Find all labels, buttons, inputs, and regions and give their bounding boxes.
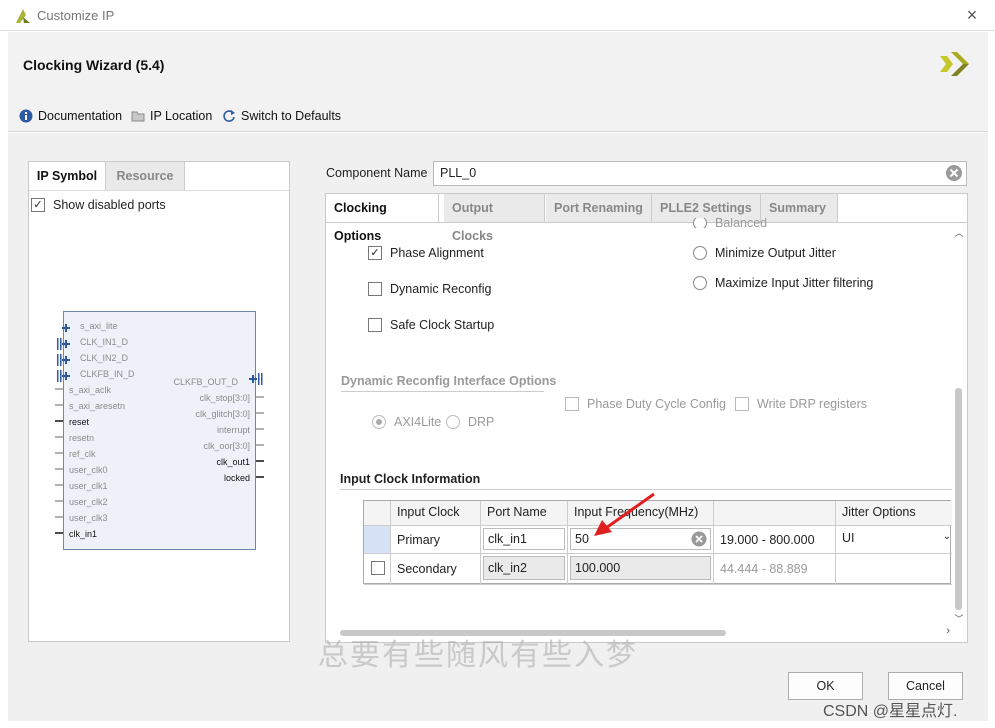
jitter-select[interactable]: UI ⌄: [836, 526, 952, 554]
table-cell: 44.444 - 88.889: [714, 554, 836, 585]
write-drp-label: Write DRP registers: [757, 397, 867, 411]
phase-duty-option[interactable]: Phase Duty Cycle Config: [565, 397, 726, 411]
vivado-icon: [16, 9, 30, 23]
folder-icon: [131, 111, 145, 122]
window-title: Customize IP: [37, 8, 115, 23]
table-header: [714, 501, 836, 526]
cancel-button[interactable]: Cancel: [888, 672, 963, 700]
switch-defaults-link[interactable]: Switch to Defaults: [222, 109, 341, 123]
port-name-input[interactable]: clk_in1: [483, 528, 565, 550]
show-disabled-checkbox[interactable]: ✓: [31, 198, 45, 212]
secondary-checkbox[interactable]: [371, 561, 385, 575]
axi4lite-option[interactable]: AXI4Lite: [372, 415, 441, 429]
write-drp-checkbox[interactable]: [735, 397, 749, 411]
csdn-watermark: CSDN @星星点灯.: [823, 703, 958, 720]
max-input-jitter-label: Maximize Input Jitter filtering: [715, 276, 874, 290]
table-cell: 100.000: [568, 554, 714, 585]
drp-label: DRP: [468, 415, 495, 429]
table-cell: clk_in1: [481, 526, 568, 554]
drp-radio[interactable]: [446, 415, 460, 429]
phase-duty-label: Phase Duty Cycle Config: [587, 397, 726, 411]
phase-alignment-option[interactable]: ✓ Phase Alignment: [368, 246, 484, 260]
safe-clock-option[interactable]: Safe Clock Startup: [368, 318, 494, 332]
drp-option[interactable]: DRP: [446, 415, 494, 429]
refresh-icon: [223, 110, 235, 122]
tab-bar-divider: [326, 222, 967, 223]
scroll-down-icon[interactable]: ﹀: [954, 612, 964, 625]
port-name-input[interactable]: clk_in2: [483, 556, 565, 580]
table-cell: 19.000 - 800.000: [714, 526, 836, 554]
balanced-radio[interactable]: [693, 218, 707, 228]
table-header: Jitter Options: [836, 501, 952, 526]
max-input-jitter-option[interactable]: Maximize Input Jitter filtering: [693, 276, 873, 290]
table-header-corner: [364, 501, 391, 526]
phase-duty-checkbox[interactable]: [565, 397, 579, 411]
table-header: Input Clock: [391, 501, 481, 526]
axi4lite-radio[interactable]: [372, 415, 386, 429]
row-selector[interactable]: [364, 526, 391, 554]
info-icon: [19, 109, 33, 123]
safe-clock-label: Safe Clock Startup: [390, 318, 495, 332]
title-bar: [0, 0, 995, 31]
xilinx-logo-icon: [940, 52, 969, 76]
vertical-scrollbar[interactable]: ︿ ﹀: [954, 226, 964, 624]
min-output-jitter-option[interactable]: Minimize Output Jitter: [693, 246, 836, 260]
watermark-text: 总要有些随风有些入梦: [318, 639, 638, 672]
balanced-label: Balanced: [715, 218, 768, 228]
scroll-right-icon[interactable]: ›: [946, 625, 950, 637]
tab-divider: [29, 190, 289, 191]
balanced-option[interactable]: Balanced: [693, 218, 767, 228]
min-output-jitter-label: Minimize Output Jitter: [715, 246, 836, 260]
pin-stubs-icon: [55, 324, 264, 534]
tab-summary[interactable]: Summary: [761, 194, 838, 222]
switch-defaults-label: Switch to Defaults: [241, 109, 342, 123]
max-input-jitter-radio[interactable]: [693, 276, 707, 290]
clear-icon[interactable]: [691, 531, 707, 547]
component-name-input[interactable]: PLL_0: [433, 161, 967, 186]
wizard-title: Clocking Wizard (5.4): [23, 57, 165, 73]
annotation-arrow-icon: [594, 492, 655, 536]
tab-clocking-options[interactable]: Clocking Options: [326, 194, 439, 243]
input-frequency-field[interactable]: 100.000: [570, 556, 711, 580]
dynamic-reconfig-option[interactable]: Dynamic Reconfig: [368, 282, 491, 296]
chevron-down-icon: ⌄: [942, 531, 951, 542]
ip-location-label: IP Location: [150, 109, 213, 123]
table-cell: clk_in2: [481, 554, 568, 585]
table-cell: Primary: [391, 526, 481, 554]
input-clock-title: Input Clock Information: [340, 472, 481, 486]
table-header: Port Name: [481, 501, 568, 526]
table-cell: Secondary: [391, 554, 481, 585]
tab-resource[interactable]: Resource: [106, 162, 185, 190]
clear-icon[interactable]: [945, 164, 963, 182]
dyn-reconfig-underline: [341, 391, 544, 392]
show-disabled-ports-option[interactable]: ✓ Show disabled ports: [31, 198, 166, 212]
phase-alignment-label: Phase Alignment: [390, 246, 484, 260]
input-frequency-value: 50: [575, 532, 589, 546]
ip-location-link[interactable]: IP Location: [131, 109, 212, 123]
tab-port-renaming[interactable]: Port Renaming: [546, 194, 652, 222]
ok-button[interactable]: OK: [788, 672, 863, 700]
component-name-label: Component Name: [326, 166, 428, 180]
dynamic-reconfig-label: Dynamic Reconfig: [390, 282, 492, 296]
jitter-value: UI: [842, 531, 855, 545]
row-selector: [364, 554, 391, 585]
documentation-link[interactable]: Documentation: [19, 109, 122, 123]
table-cell: [836, 554, 952, 585]
tab-ip-symbol[interactable]: IP Symbol: [29, 162, 106, 190]
scroll-up-icon[interactable]: ︿: [954, 226, 964, 239]
safe-clock-checkbox[interactable]: [368, 318, 382, 332]
write-drp-option[interactable]: Write DRP registers: [735, 397, 867, 411]
axi4lite-label: AXI4Lite: [394, 415, 442, 429]
dynamic-reconfig-checkbox[interactable]: [368, 282, 382, 296]
show-disabled-label: Show disabled ports: [53, 198, 166, 212]
phase-alignment-checkbox[interactable]: ✓: [368, 246, 382, 260]
min-output-jitter-radio[interactable]: [693, 246, 707, 260]
documentation-label: Documentation: [38, 109, 123, 123]
close-icon[interactable]: ×: [962, 4, 982, 26]
tab-output-clocks[interactable]: Output Clocks: [444, 194, 545, 243]
dyn-reconfig-title: Dynamic Reconfig Interface Options: [341, 374, 557, 388]
scroll-thumb[interactable]: [955, 388, 962, 610]
